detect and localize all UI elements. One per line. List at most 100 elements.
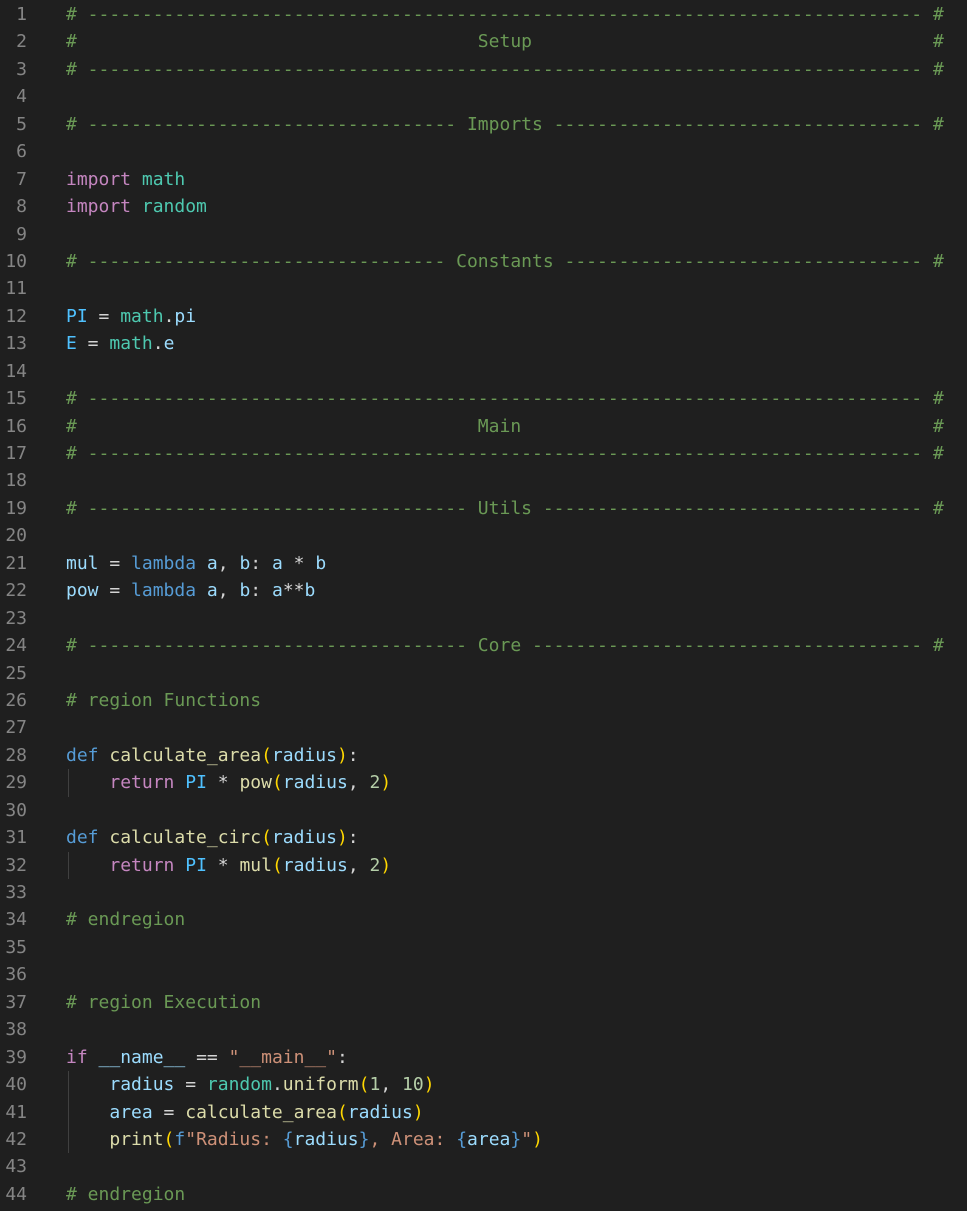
code-line[interactable]: 39 if __name__ == "__main__": (0, 1044, 967, 1071)
code-line[interactable]: 16 # Main # (0, 413, 967, 440)
code-text[interactable]: area = calculate_area(radius) (66, 1099, 967, 1126)
code-line[interactable]: 8 import random (0, 193, 967, 220)
code-text[interactable]: # region Execution (66, 989, 967, 1016)
code-line[interactable]: 19 # ----------------------------------- … (0, 495, 967, 522)
code-token: # endregion (66, 909, 186, 931)
code-line[interactable]: 38 (0, 1016, 967, 1043)
code-line[interactable]: 42 print(f"Radius: {radius}, Area: {area… (0, 1125, 967, 1154)
code-token: b (239, 580, 251, 602)
code-line[interactable]: 17 # ------------------------------------… (0, 440, 967, 467)
code-text[interactable]: # --------------------------------------… (66, 1, 967, 28)
line-number: 36 (5, 964, 27, 986)
code-token: 2 (369, 772, 381, 794)
code-text[interactable]: # Main # (66, 413, 967, 440)
code-text[interactable]: pow = lambda a, b: a**b (66, 577, 967, 604)
code-line[interactable]: 29 return PI * pow(radius, 2) (0, 769, 967, 797)
code-text[interactable]: radius = random.uniform(1, 10) (66, 1071, 967, 1098)
code-line[interactable]: 36 (0, 961, 967, 988)
code-line[interactable]: 44 # endregion (0, 1181, 967, 1208)
code-text[interactable]: return PI * mul(radius, 2) (66, 852, 967, 879)
code-text[interactable]: mul = lambda a, b: a * b (66, 550, 967, 577)
code-token: = (152, 1101, 186, 1123)
code-line[interactable]: 26 # region Functions (0, 687, 967, 714)
code-line[interactable]: 4 (0, 83, 967, 110)
code-line[interactable]: 2 # Setup # (0, 28, 967, 55)
code-line[interactable]: 41 area = calculate_area(radius) (0, 1098, 967, 1126)
code-text[interactable]: import random (66, 193, 967, 220)
line-number: 25 (5, 662, 27, 684)
line-number: 39 (5, 1046, 27, 1068)
code-text[interactable]: # --------------------------------------… (66, 56, 967, 83)
code-text[interactable]: # ----------------------------------- Ut… (66, 495, 967, 522)
code-text[interactable]: import math (66, 166, 967, 193)
code-editor[interactable]: 1 # -------------------------------------… (0, 1, 967, 1208)
code-line[interactable]: 3 # -------------------------------------… (0, 56, 967, 83)
code-line[interactable]: 10 # --------------------------------- Co… (0, 248, 967, 275)
code-token: * (206, 854, 240, 876)
code-line[interactable]: 43 (0, 1153, 967, 1180)
line-number: 28 (5, 744, 27, 766)
code-line[interactable]: 23 (0, 605, 967, 632)
code-line[interactable]: 14 (0, 358, 967, 385)
code-line[interactable]: 37 # region Execution (0, 989, 967, 1016)
code-token: mul (66, 552, 99, 574)
code-token: "Radius: (185, 1128, 283, 1150)
code-line[interactable]: 12 PI = math.pi (0, 303, 967, 330)
code-line[interactable]: 9 (0, 221, 967, 248)
code-line[interactable]: 15 # ------------------------------------… (0, 385, 967, 412)
code-line[interactable]: 24 # ----------------------------------- … (0, 632, 967, 659)
code-text[interactable]: # --------------------------------- Cons… (66, 248, 967, 275)
code-line[interactable]: 25 (0, 660, 967, 687)
code-text[interactable]: # endregion (66, 1181, 967, 1208)
code-text[interactable]: def calculate_circ(radius): (66, 824, 967, 851)
code-text[interactable]: # ---------------------------------- Imp… (66, 111, 967, 138)
code-token: radius (271, 744, 337, 766)
line-number: 17 (5, 443, 27, 464)
code-line[interactable]: 13 E = math.e (0, 330, 967, 357)
code-text[interactable]: if __name__ == "__main__": (66, 1044, 967, 1071)
code-line[interactable]: 11 (0, 275, 967, 302)
code-line[interactable]: 22 pow = lambda a, b: a**b (0, 577, 967, 604)
line-number: 31 (5, 827, 27, 849)
code-line[interactable]: 35 (0, 934, 967, 961)
code-line[interactable]: 32 return PI * mul(radius, 2) (0, 851, 967, 879)
code-line[interactable]: 31 def calculate_circ(radius): (0, 824, 967, 851)
code-line[interactable]: 30 (0, 797, 967, 824)
code-line[interactable]: 21 mul = lambda a, b: a * b (0, 550, 967, 577)
code-token: def (66, 744, 99, 766)
code-text[interactable]: PI = math.pi (66, 303, 967, 330)
code-text[interactable]: # Setup # (66, 28, 967, 55)
code-line[interactable]: 5 # ---------------------------------- Im… (0, 111, 967, 138)
code-line[interactable]: 1 # -------------------------------------… (0, 1, 967, 28)
code-text[interactable]: # endregion (66, 906, 967, 933)
code-text[interactable]: print(f"Radius: {radius}, Area: {area}") (66, 1126, 967, 1153)
code-line[interactable]: 6 (0, 138, 967, 165)
code-text[interactable]: # ----------------------------------- Co… (66, 632, 967, 659)
code-line[interactable]: 18 (0, 467, 967, 494)
code-token: def (66, 827, 99, 849)
code-text[interactable]: def calculate_area(radius): (66, 742, 967, 769)
code-line[interactable]: 28 def calculate_area(radius): (0, 742, 967, 769)
code-token: . (271, 1074, 283, 1096)
code-line[interactable]: 7 import math (0, 166, 967, 193)
code-line[interactable]: 34 # endregion (0, 906, 967, 933)
code-token: # region Functions (66, 689, 262, 711)
code-text[interactable]: return PI * pow(radius, 2) (66, 769, 967, 796)
code-token: = (174, 1074, 207, 1096)
code-token: calculate_circ (109, 827, 262, 849)
code-text[interactable]: E = math.e (66, 330, 967, 357)
code-line[interactable]: 33 (0, 879, 967, 906)
code-text[interactable]: # region Functions (66, 687, 967, 714)
code-token: ( (163, 1128, 175, 1150)
code-line[interactable]: 40 radius = random.uniform(1, 10) (0, 1071, 967, 1099)
code-text[interactable]: # --------------------------------------… (66, 385, 967, 412)
code-line[interactable]: 20 (0, 522, 967, 549)
code-line[interactable]: 27 (0, 714, 967, 741)
code-text[interactable]: # --------------------------------------… (66, 440, 967, 467)
